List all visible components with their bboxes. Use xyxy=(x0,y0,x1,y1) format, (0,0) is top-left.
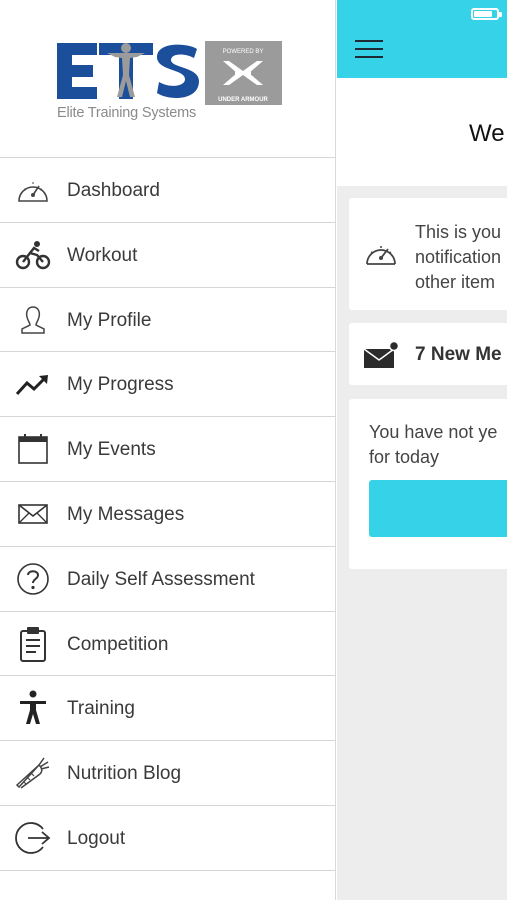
trending-up-icon xyxy=(14,366,52,402)
menu-item-label: Competition xyxy=(67,633,169,655)
logo-mark: POWERED BY UNDER ARMOUR xyxy=(57,41,282,119)
menu-item-my-progress[interactable]: My Progress xyxy=(0,352,336,418)
speedometer-icon xyxy=(366,246,396,265)
notification-line: other item xyxy=(415,272,496,292)
figure-icon xyxy=(14,690,52,726)
menu-item-my-events[interactable]: My Events xyxy=(0,417,336,482)
calendar-icon xyxy=(14,431,52,467)
clipboard-icon xyxy=(14,626,52,662)
notification-card[interactable]: This is you notification other item xyxy=(349,198,507,310)
menu-item-nutrition-blog[interactable]: Nutrition Blog xyxy=(0,741,336,806)
envelope-icon xyxy=(14,496,52,532)
logo-tagline: Elite Training Systems xyxy=(57,105,197,121)
menu-item-label: Training xyxy=(67,698,135,720)
question-icon xyxy=(14,561,52,597)
logout-icon xyxy=(14,820,52,856)
menu-item-my-messages[interactable]: My Messages xyxy=(0,482,336,547)
menu-item-label: Workout xyxy=(67,244,138,266)
menu-item-workout[interactable]: Workout xyxy=(0,223,336,288)
messages-card[interactable]: 7 New Me xyxy=(349,323,507,385)
menu-item-label: My Messages xyxy=(67,503,185,525)
unread-mail-icon xyxy=(363,341,399,368)
cyclist-icon xyxy=(14,237,52,273)
menu-item-label: Logout xyxy=(67,827,126,849)
menu-item-training[interactable]: Training xyxy=(0,676,336,742)
speedometer-icon xyxy=(14,172,52,208)
menu-item-daily-self-assessment[interactable]: Daily Self Assessment xyxy=(0,547,336,612)
menu-item-label: My Events xyxy=(67,439,156,461)
carrot-icon xyxy=(14,755,52,791)
menu-toggle-button[interactable] xyxy=(355,40,383,62)
menu-item-competition[interactable]: Competition xyxy=(0,612,336,677)
menu-item-logout[interactable]: Logout xyxy=(0,806,336,871)
menu-item-my-profile[interactable]: My Profile xyxy=(0,288,336,353)
menu-item-label: Dashboard xyxy=(67,180,160,201)
workout-status-line: You have not ye xyxy=(369,422,498,442)
powered-by-text: POWERED BY xyxy=(223,49,264,55)
welcome-header: We xyxy=(337,78,507,186)
menu-item-label: Daily Self Assessment xyxy=(67,568,255,590)
workout-status-text: You have not ye for today xyxy=(369,420,497,470)
main-panel: We This is you notification other item 7… xyxy=(337,0,507,900)
menu-item-label: Nutrition Blog xyxy=(67,763,182,785)
notification-text: This is you notification other item xyxy=(415,220,501,295)
welcome-title: We xyxy=(469,120,505,147)
person-icon xyxy=(14,302,52,338)
menu-item-label: My Progress xyxy=(67,374,174,396)
drawer-menu: Dashboard Workout My Profile My Progress xyxy=(0,157,336,871)
navigation-drawer: POWERED BY UNDER ARMOUR Elite Training S… xyxy=(0,0,336,900)
new-messages-text: 7 New Me xyxy=(415,344,502,365)
menu-item-dashboard[interactable]: Dashboard xyxy=(0,158,336,223)
under-armour-text: UNDER ARMOUR xyxy=(218,97,268,103)
workout-status-line: for today xyxy=(369,447,440,467)
workout-card: You have not ye for today xyxy=(349,399,507,569)
ets-logo: POWERED BY UNDER ARMOUR Elite Training S… xyxy=(57,41,282,123)
notification-line: This is you xyxy=(415,222,502,242)
notification-line: notification xyxy=(415,247,502,267)
top-bar xyxy=(337,0,507,78)
battery-icon xyxy=(471,8,502,20)
menu-item-label: My Profile xyxy=(67,309,152,331)
start-workout-button[interactable] xyxy=(369,480,507,537)
